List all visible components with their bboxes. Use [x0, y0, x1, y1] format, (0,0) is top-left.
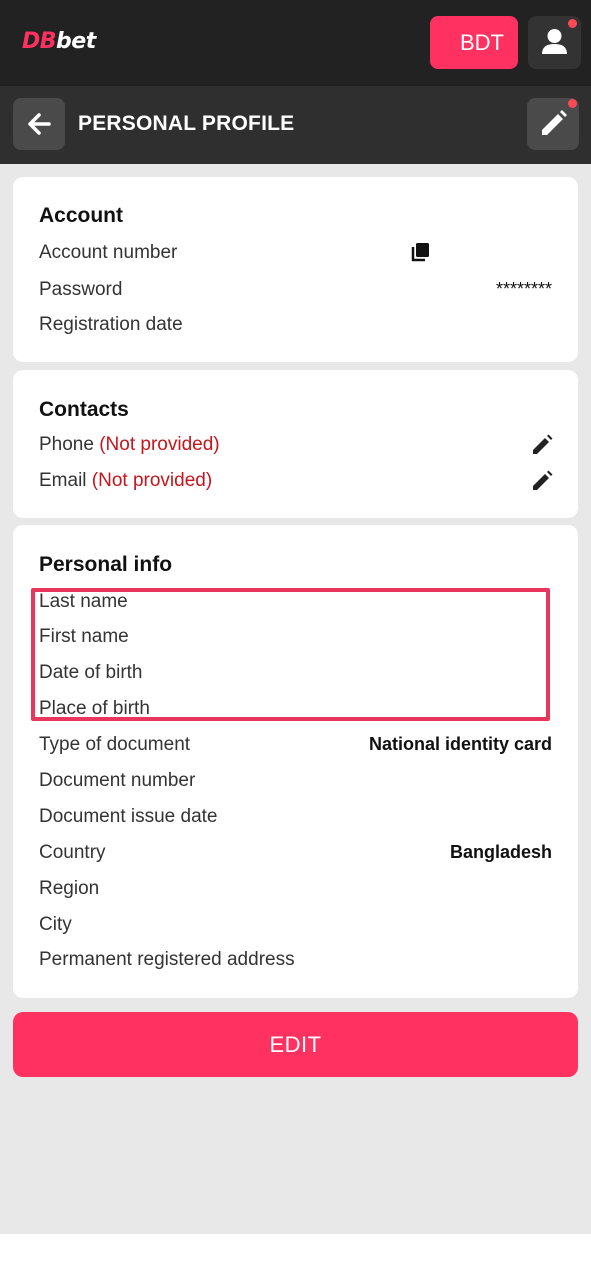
contacts-card: Contacts Phone (Not provided) Email (Not…	[13, 370, 578, 518]
logo-db: DB	[22, 29, 57, 54]
email-status: (Not provided)	[91, 470, 213, 491]
document-issue-date-label: Document issue date	[39, 806, 218, 827]
edit-profile-button[interactable]	[527, 98, 579, 150]
password-value: ********	[495, 279, 552, 299]
profile-content: Account Account number Password ********…	[0, 164, 591, 1234]
user-account-button[interactable]	[528, 16, 581, 69]
account-card: Account Account number Password ********…	[13, 177, 578, 362]
phone-status: (Not provided)	[99, 434, 220, 455]
contacts-title: Contacts	[39, 398, 129, 421]
pencil-icon[interactable]	[531, 434, 553, 456]
page-title: PERSONAL PROFILE	[78, 112, 295, 135]
document-number-label: Document number	[39, 770, 196, 791]
logo-bet: bet	[56, 29, 96, 54]
personal-info-card: Personal info Last name First name Date …	[13, 525, 578, 998]
registration-date-label: Registration date	[39, 314, 183, 335]
first-name-label: First name	[39, 626, 129, 647]
account-title: Account	[39, 204, 123, 227]
email-row: Email (Not provided)	[39, 470, 212, 492]
edit-button[interactable]: EDIT	[13, 1012, 578, 1077]
email-label: Email	[39, 470, 87, 491]
top-bar: DBbet BDT	[0, 0, 591, 86]
arrow-left-icon	[28, 113, 51, 135]
back-button[interactable]	[13, 98, 65, 150]
country-label: Country	[39, 842, 106, 863]
account-number-label: Account number	[39, 242, 178, 263]
country-value: Bangladesh	[449, 842, 552, 862]
notification-dot	[568, 99, 577, 108]
document-type-value: National identity card	[368, 734, 552, 754]
notification-dot	[568, 19, 577, 28]
place-of-birth-label: Place of birth	[39, 698, 150, 719]
last-name-label: Last name	[39, 591, 128, 612]
pencil-icon[interactable]	[531, 470, 553, 492]
address-label: Permanent registered address	[39, 949, 295, 970]
date-of-birth-label: Date of birth	[39, 662, 143, 683]
currency-button[interactable]: BDT	[430, 16, 518, 69]
password-label: Password	[39, 279, 123, 300]
page-header: PERSONAL PROFILE	[0, 86, 591, 164]
phone-row: Phone (Not provided)	[39, 434, 220, 456]
region-label: Region	[39, 878, 100, 899]
document-type-label: Type of document	[39, 734, 191, 755]
phone-label: Phone	[39, 434, 94, 455]
copy-icon[interactable]	[410, 241, 432, 263]
city-label: City	[39, 914, 72, 935]
dbbet-logo[interactable]: DBbet	[22, 28, 96, 56]
app-root: DBbet BDT PERSONAL PROFILE Account Accou…	[0, 0, 591, 1280]
personal-info-title: Personal info	[39, 553, 173, 576]
